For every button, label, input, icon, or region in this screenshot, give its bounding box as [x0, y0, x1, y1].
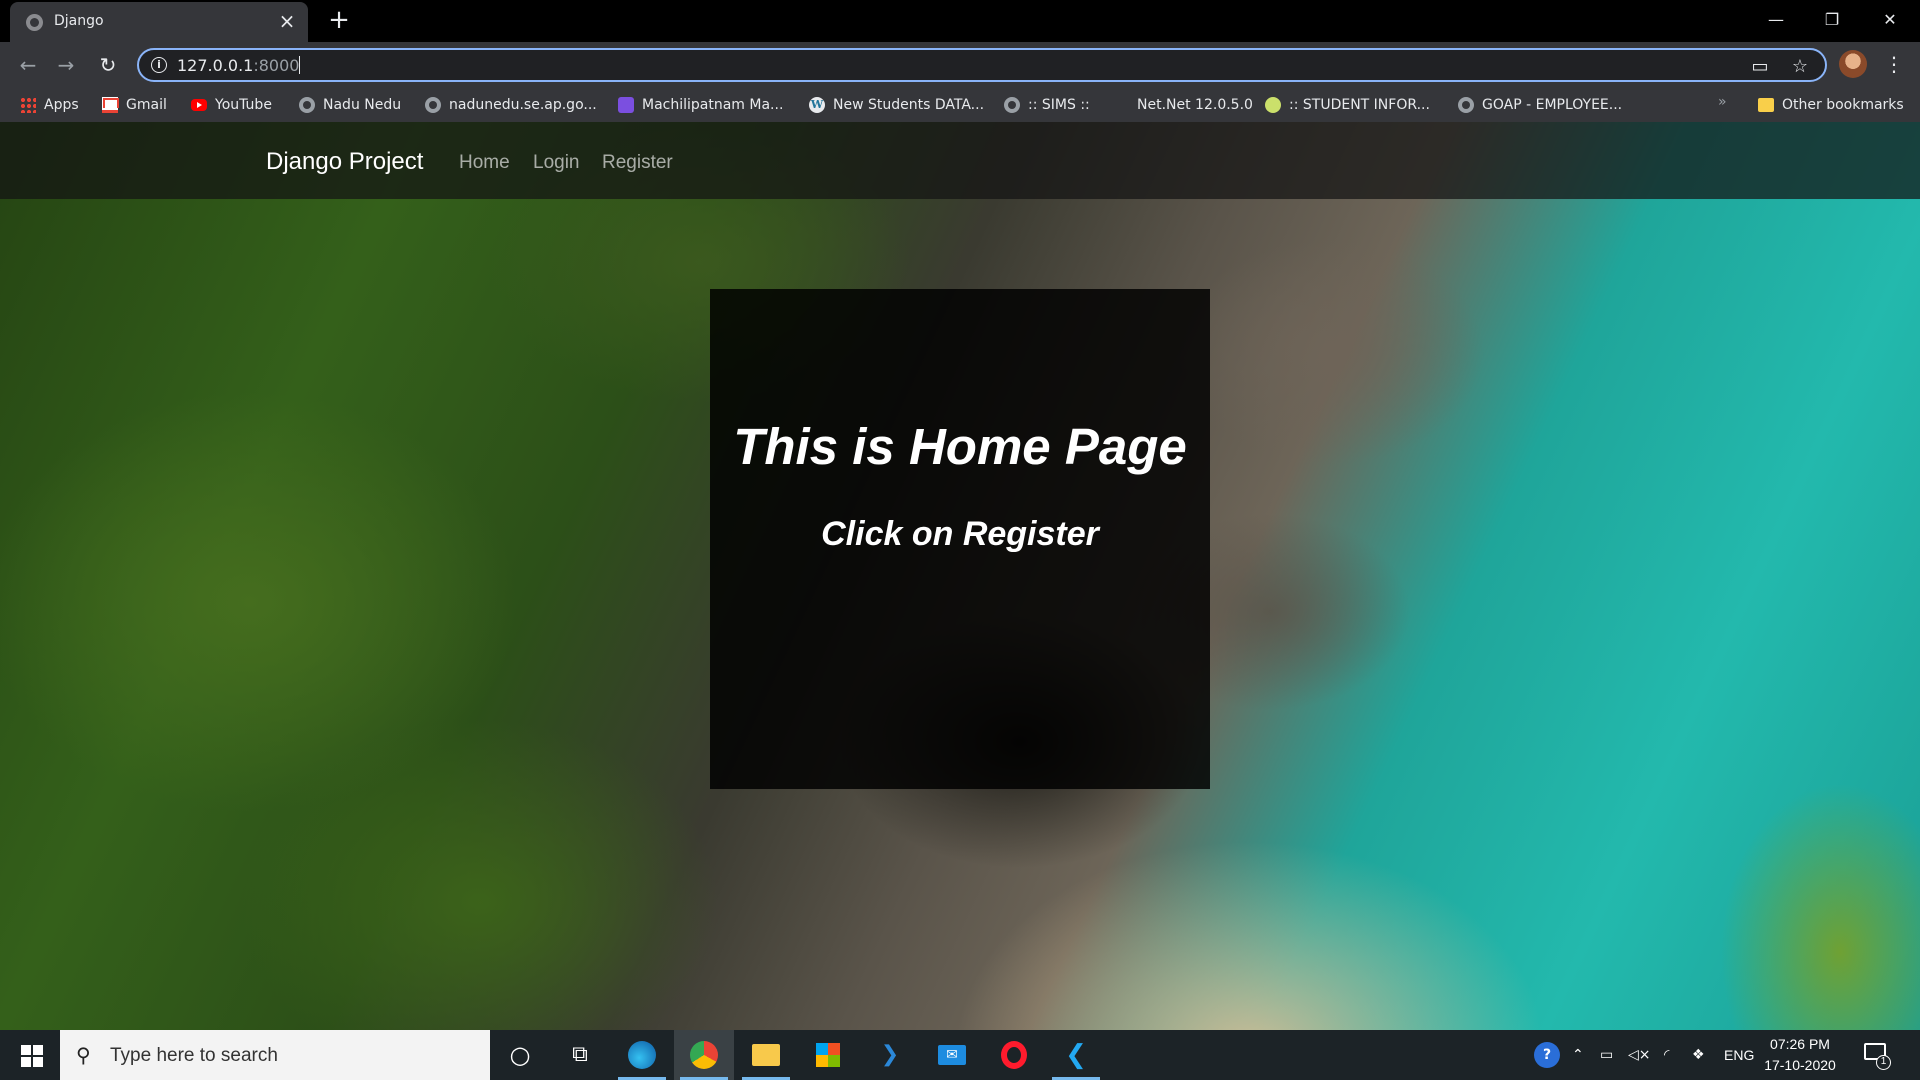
- profile-avatar[interactable]: [1839, 50, 1867, 78]
- bookmark-label: Gmail: [126, 97, 167, 113]
- minimize-button[interactable]: —: [1748, 0, 1804, 40]
- bookmark-star-icon[interactable]: ☆: [1789, 56, 1811, 78]
- mail-icon[interactable]: ✉: [922, 1030, 982, 1080]
- browser-tab[interactable]: Django ×: [10, 2, 308, 42]
- hero-box: This is Home Page Click on Register: [710, 289, 1210, 789]
- bookmark-label: Net.Net 12.0.5.0: [1137, 97, 1253, 113]
- volume-muted-icon[interactable]: ◁×: [1628, 1044, 1651, 1066]
- bookmark-new-students[interactable]: W New Students DATA...: [809, 94, 984, 116]
- globe-icon: [299, 97, 315, 113]
- bookmark-netnet[interactable]: Net.Net 12.0.5.0: [1137, 94, 1253, 116]
- language-indicator[interactable]: ENG: [1724, 1044, 1754, 1066]
- wifi-icon[interactable]: ◜: [1664, 1044, 1669, 1066]
- address-text: 127.0.0.1:8000: [177, 56, 301, 75]
- dropbox-icon[interactable]: ❖: [1692, 1044, 1705, 1066]
- windows-start-icon[interactable]: [0, 1030, 60, 1080]
- green-circle-icon: [1265, 97, 1281, 113]
- clock-date: 17-10-2020: [1764, 1057, 1836, 1073]
- notification-badge: 1: [1876, 1055, 1891, 1070]
- bookmark-goap[interactable]: GOAP - EMPLOYEE...: [1458, 94, 1622, 116]
- windows-taskbar: ⚲ Type here to search ○ ⧉ ❯ ✉ ❮ ? ⌃ ▭ ◁×…: [0, 1030, 1920, 1080]
- purple-app-icon: [618, 97, 634, 113]
- bookmark-apps[interactable]: Apps: [20, 94, 79, 116]
- search-icon: ⚲: [76, 1043, 91, 1067]
- taskbar-clock[interactable]: 07:26 PM 17-10-2020: [1760, 1034, 1840, 1076]
- file-explorer-icon[interactable]: [736, 1030, 796, 1080]
- bookmark-label: :: SIMS ::: [1028, 97, 1090, 113]
- browser-menu-icon[interactable]: ⋮: [1884, 50, 1904, 78]
- microsoft-store-icon[interactable]: [798, 1030, 858, 1080]
- cast-icon[interactable]: ▭: [1749, 56, 1771, 78]
- search-placeholder: Type here to search: [110, 1045, 278, 1066]
- bookmark-label: Other bookmarks: [1782, 97, 1904, 113]
- site-navbar: Django Project Home Login Register: [0, 122, 1920, 199]
- bookmark-nadu-nedu[interactable]: Nadu Nedu: [299, 94, 401, 116]
- tab-title: Django: [54, 13, 104, 29]
- bookmark-nadunedu-site[interactable]: nadunedu.se.ap.go...: [425, 94, 597, 116]
- bookmark-label: :: STUDENT INFOR...: [1289, 97, 1430, 113]
- new-tab-button[interactable]: +: [325, 5, 353, 35]
- nav-link-login[interactable]: Login: [533, 152, 580, 174]
- bookmark-label: YouTube: [215, 97, 272, 113]
- bookmark-youtube[interactable]: YouTube: [191, 94, 272, 116]
- youtube-icon: [191, 99, 207, 111]
- text-caret: [299, 56, 301, 74]
- notification-center-icon[interactable]: 1: [1864, 1042, 1891, 1070]
- gmail-icon: [102, 97, 118, 113]
- page-viewport: Django Project Home Login Register This …: [0, 122, 1920, 1030]
- address-port: :8000: [253, 56, 300, 75]
- edge-icon[interactable]: [612, 1030, 672, 1080]
- site-brand[interactable]: Django Project: [266, 148, 423, 176]
- close-tab-icon[interactable]: ×: [276, 8, 298, 34]
- bookmark-label: Machilipatnam Ma...: [642, 97, 784, 113]
- globe-icon: [26, 14, 43, 31]
- restore-button[interactable]: ❐: [1804, 0, 1860, 40]
- browser-tab-strip: Django × + — ❐ ✕: [0, 0, 1920, 42]
- hero-subtitle: Click on Register: [821, 515, 1099, 553]
- hero-title: This is Home Page: [733, 418, 1187, 475]
- bookmarks-bar: Apps Gmail YouTube Nadu Nedu nadunedu.se…: [0, 88, 1920, 122]
- bookmark-label: nadunedu.se.ap.go...: [449, 97, 597, 113]
- forward-icon[interactable]: →: [52, 51, 80, 79]
- bookmark-sims[interactable]: :: SIMS ::: [1004, 94, 1090, 116]
- reload-icon[interactable]: ↻: [94, 51, 122, 79]
- battery-icon[interactable]: ▭: [1600, 1044, 1613, 1066]
- power-automate-icon[interactable]: ❯: [860, 1030, 920, 1080]
- task-view-icon[interactable]: ⧉: [550, 1030, 610, 1080]
- bookmark-student-info[interactable]: :: STUDENT INFOR...: [1265, 94, 1430, 116]
- bookmark-label: New Students DATA...: [833, 97, 985, 113]
- address-host: 127.0.0.1: [177, 56, 254, 75]
- browser-toolbar: ← → ↻ i 127.0.0.1:8000 ▭ ☆ ⋮: [0, 42, 1920, 88]
- folder-icon: [1758, 98, 1774, 112]
- nav-link-register[interactable]: Register: [602, 152, 673, 174]
- clock-time: 07:26 PM: [1770, 1036, 1830, 1052]
- globe-icon: [1458, 97, 1474, 113]
- globe-icon: [425, 97, 441, 113]
- bookmark-machilipatnam[interactable]: Machilipatnam Ma...: [618, 94, 783, 116]
- wordpress-icon: W: [809, 97, 825, 113]
- cortana-icon[interactable]: ○: [490, 1030, 550, 1080]
- bookmark-label: Nadu Nedu: [323, 97, 402, 113]
- apps-grid-icon: [20, 97, 36, 113]
- taskbar-search-box[interactable]: ⚲ Type here to search: [60, 1030, 490, 1080]
- bookmarks-overflow-button[interactable]: »: [1718, 94, 1727, 110]
- bookmark-gmail[interactable]: Gmail: [102, 94, 167, 116]
- bookmark-label: Apps: [44, 97, 79, 113]
- address-bar[interactable]: i 127.0.0.1:8000 ▭ ☆: [137, 48, 1827, 82]
- site-info-icon[interactable]: i: [151, 57, 167, 73]
- back-icon[interactable]: ←: [14, 51, 42, 79]
- nav-link-home[interactable]: Home: [459, 152, 510, 174]
- help-icon[interactable]: ?: [1534, 1042, 1560, 1068]
- bookmark-label: GOAP - EMPLOYEE...: [1482, 97, 1623, 113]
- chrome-icon[interactable]: [674, 1030, 734, 1080]
- close-window-button[interactable]: ✕: [1862, 0, 1918, 40]
- opera-icon[interactable]: [984, 1030, 1044, 1080]
- vscode-icon[interactable]: ❮: [1046, 1030, 1106, 1080]
- other-bookmarks[interactable]: Other bookmarks: [1758, 94, 1904, 116]
- chevron-up-icon[interactable]: ⌃: [1572, 1044, 1584, 1066]
- globe-icon: [1004, 97, 1020, 113]
